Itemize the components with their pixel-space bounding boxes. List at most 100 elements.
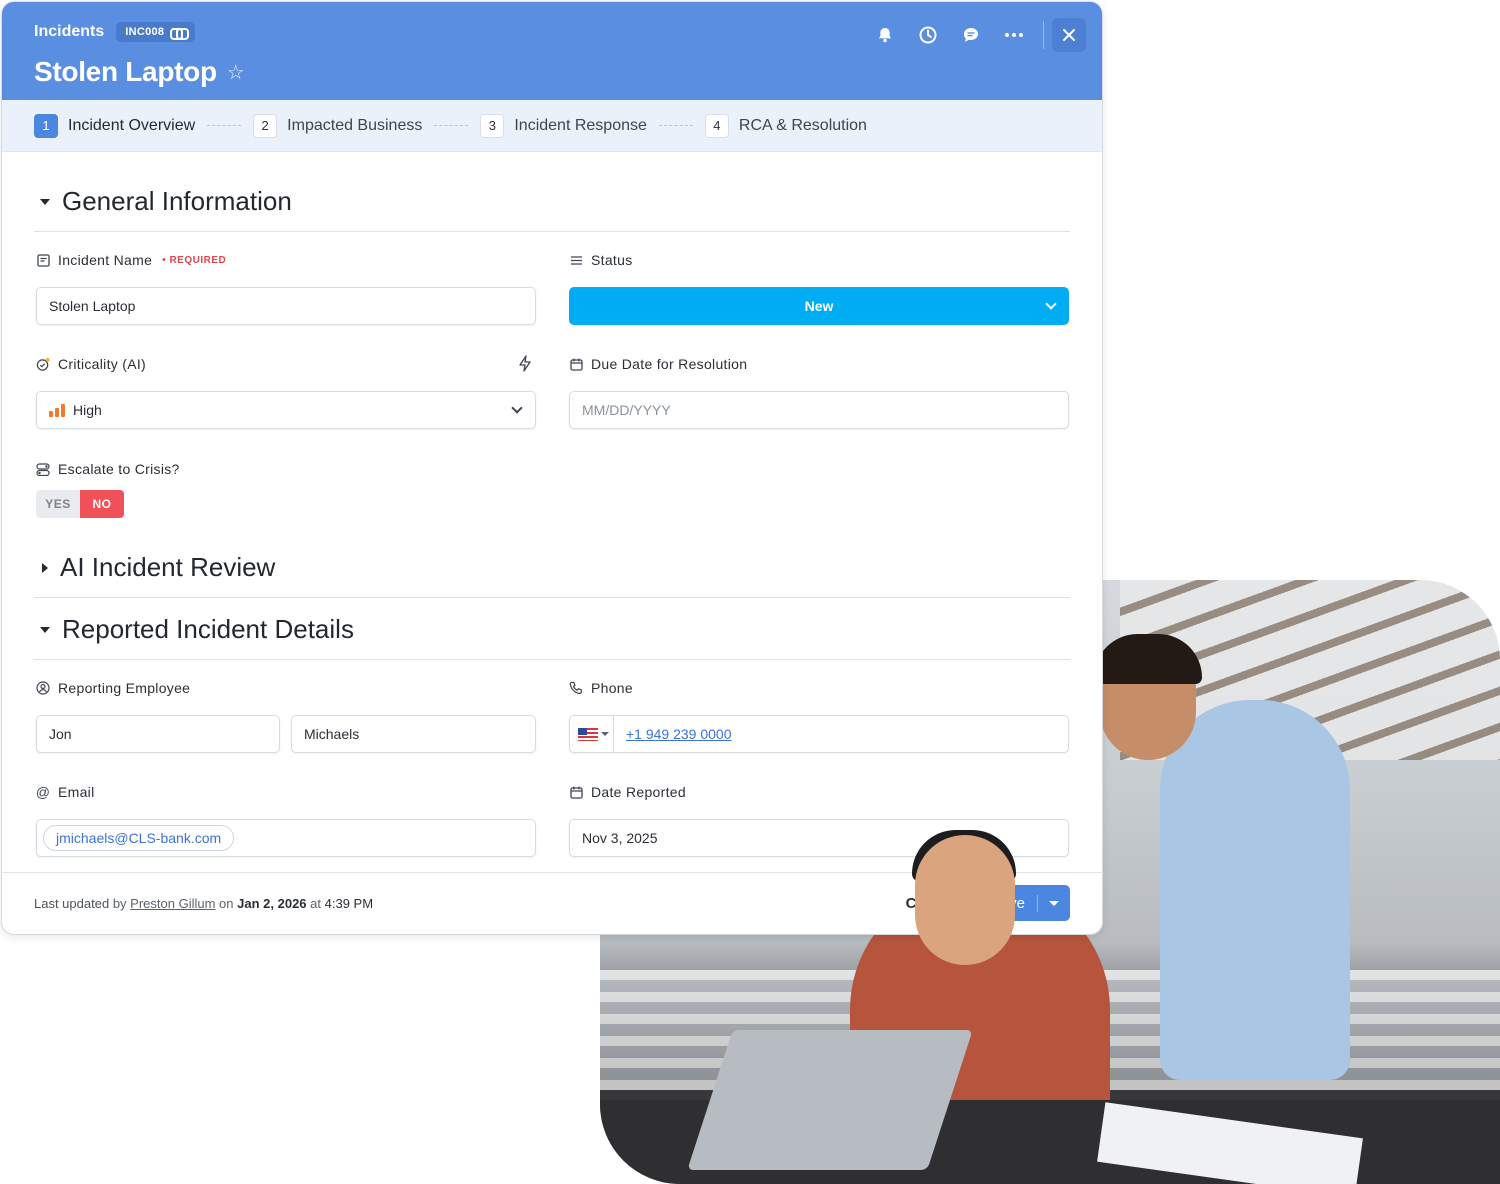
- incident-name-value: Stolen Laptop: [49, 298, 136, 314]
- calendar-icon: [569, 785, 583, 799]
- step-incident-overview[interactable]: 1 Incident Overview: [34, 113, 196, 138]
- escalate-toggle: YES NO: [36, 490, 124, 518]
- label-text: Date Reported: [591, 784, 686, 800]
- step-label: Impacted Business: [287, 116, 423, 134]
- phone-icon: [569, 681, 583, 695]
- page-title: Stolen Laptop ☆: [34, 56, 245, 88]
- due-date-placeholder: MM/DD/YYYY: [582, 402, 671, 418]
- at-text: at: [310, 896, 321, 911]
- star-icon[interactable]: ☆: [227, 60, 245, 85]
- escalate-label: Escalate to Crisis?: [36, 460, 336, 478]
- label-text: Phone: [591, 680, 633, 696]
- calendar-icon: [569, 357, 583, 371]
- step-label: Incident Overview: [68, 116, 196, 134]
- required-indicator: • REQUIRED: [162, 254, 227, 266]
- at-icon: @: [35, 784, 51, 800]
- reporting-employee-field: Reporting Employee Jon Michaels: [36, 679, 536, 753]
- label-text: Status: [591, 252, 633, 268]
- list-icon: [569, 253, 583, 267]
- label-text: Email: [58, 784, 95, 800]
- caret-down-icon: [601, 732, 609, 736]
- comment-icon[interactable]: [949, 18, 992, 52]
- updated-by-user-link[interactable]: Preston Gillum: [130, 896, 215, 911]
- step-number: 4: [704, 113, 729, 138]
- step-impacted-business[interactable]: 2 Impacted Business: [253, 113, 423, 138]
- text-field-icon: [36, 253, 50, 267]
- country-select[interactable]: [570, 716, 614, 752]
- chevron-down-icon: [1045, 298, 1057, 310]
- last-name-value: Michaels: [304, 726, 360, 742]
- date-reported-label: Date Reported: [569, 783, 1069, 801]
- step-connector: [207, 125, 242, 126]
- reporting-employee-label: Reporting Employee: [36, 679, 536, 697]
- general-section-header-wrap: General Information: [2, 172, 1102, 232]
- phone-label: Phone: [569, 679, 1069, 697]
- section-title: Reported Incident Details: [62, 614, 354, 644]
- header-actions: [863, 18, 1086, 52]
- email-input[interactable]: jmichaels@CLS-bank.com: [36, 819, 536, 857]
- close-icon: [1063, 29, 1075, 41]
- last-name-input[interactable]: Michaels: [291, 715, 536, 753]
- caret-down-icon: [40, 198, 50, 205]
- save-options-button[interactable]: [1038, 900, 1070, 906]
- step-label: Incident Response: [514, 116, 647, 134]
- step-label: RCA & Resolution: [738, 116, 867, 134]
- priority-bars-icon: [49, 403, 65, 417]
- step-connector: [658, 125, 693, 126]
- record-id-badge[interactable]: INC008: [116, 22, 196, 42]
- ai-sparkle-icon: [36, 357, 50, 371]
- toggle-yes[interactable]: YES: [36, 490, 80, 518]
- section-general-information[interactable]: General Information: [34, 172, 1070, 232]
- label-text: Criticality (AI): [58, 356, 147, 372]
- step-connector: [434, 125, 469, 126]
- phone-input[interactable]: +1 949 239 0000: [569, 715, 1069, 753]
- email-label: @ Email: [36, 783, 536, 801]
- incident-name-field: Incident Name • REQUIRED Stolen Laptop: [36, 251, 536, 325]
- step-rca-resolution[interactable]: 4 RCA & Resolution: [704, 113, 867, 138]
- criticality-label: Criticality (AI): [36, 355, 536, 373]
- label-text: Due Date for Resolution: [591, 356, 748, 372]
- more-icon[interactable]: [992, 18, 1035, 52]
- card-header: Incidents INC008 Stolen Laptop ☆: [2, 2, 1102, 100]
- section-ai-incident-review[interactable]: AI Incident Review: [34, 538, 1070, 598]
- ai-section-wrap: AI Incident Review: [2, 538, 1102, 598]
- status-value: New: [804, 298, 834, 314]
- phone-field: Phone +1 949 239 0000: [569, 679, 1069, 753]
- bell-icon[interactable]: [863, 18, 906, 52]
- photo-laptop: [687, 1030, 973, 1170]
- caret-down-icon: [40, 626, 50, 633]
- section-reported-incident-details[interactable]: Reported Incident Details: [34, 600, 1070, 660]
- breadcrumb-incidents[interactable]: Incidents: [34, 23, 104, 41]
- label-text: Reporting Employee: [58, 680, 191, 696]
- label-text: Incident Name: [58, 252, 153, 268]
- updated-time: 4:39 PM: [324, 896, 374, 911]
- header-divider: [1043, 21, 1044, 49]
- first-name-input[interactable]: Jon: [36, 715, 280, 753]
- breadcrumb: Incidents INC008: [34, 22, 196, 42]
- caret-down-icon: [1049, 900, 1059, 906]
- link-icon: [170, 28, 190, 40]
- toggle-icon: [36, 462, 50, 476]
- step-navigation: 1 Incident Overview 2 Impacted Business …: [2, 100, 1102, 152]
- clock-icon[interactable]: [906, 18, 949, 52]
- email-chip[interactable]: jmichaels@CLS-bank.com: [43, 825, 235, 851]
- toggle-no[interactable]: NO: [80, 490, 124, 518]
- status-field: Status New: [569, 251, 1069, 325]
- step-incident-response[interactable]: 3 Incident Response: [480, 113, 647, 138]
- close-button[interactable]: [1052, 18, 1086, 52]
- criticality-select[interactable]: High: [36, 391, 536, 429]
- criticality-field: Criticality (AI) High: [36, 355, 536, 429]
- phone-value[interactable]: +1 949 239 0000: [626, 726, 732, 742]
- due-date-input[interactable]: MM/DD/YYYY: [569, 391, 1069, 429]
- status-select[interactable]: New: [569, 287, 1069, 325]
- caret-right-icon: [42, 562, 48, 573]
- incident-form-card: Incidents INC008 Stolen Laptop ☆ 1 Incid…: [2, 2, 1102, 934]
- due-date-label: Due Date for Resolution: [569, 355, 1069, 373]
- record-id: INC008: [125, 26, 165, 38]
- incident-name-input[interactable]: Stolen Laptop: [36, 287, 536, 325]
- escalate-field: Escalate to Crisis? YES NO: [36, 460, 336, 518]
- criticality-value: High: [73, 402, 102, 418]
- updated-date: Jan 2, 2026: [237, 896, 307, 911]
- step-number: 1: [34, 113, 58, 138]
- lightning-icon[interactable]: [518, 355, 532, 375]
